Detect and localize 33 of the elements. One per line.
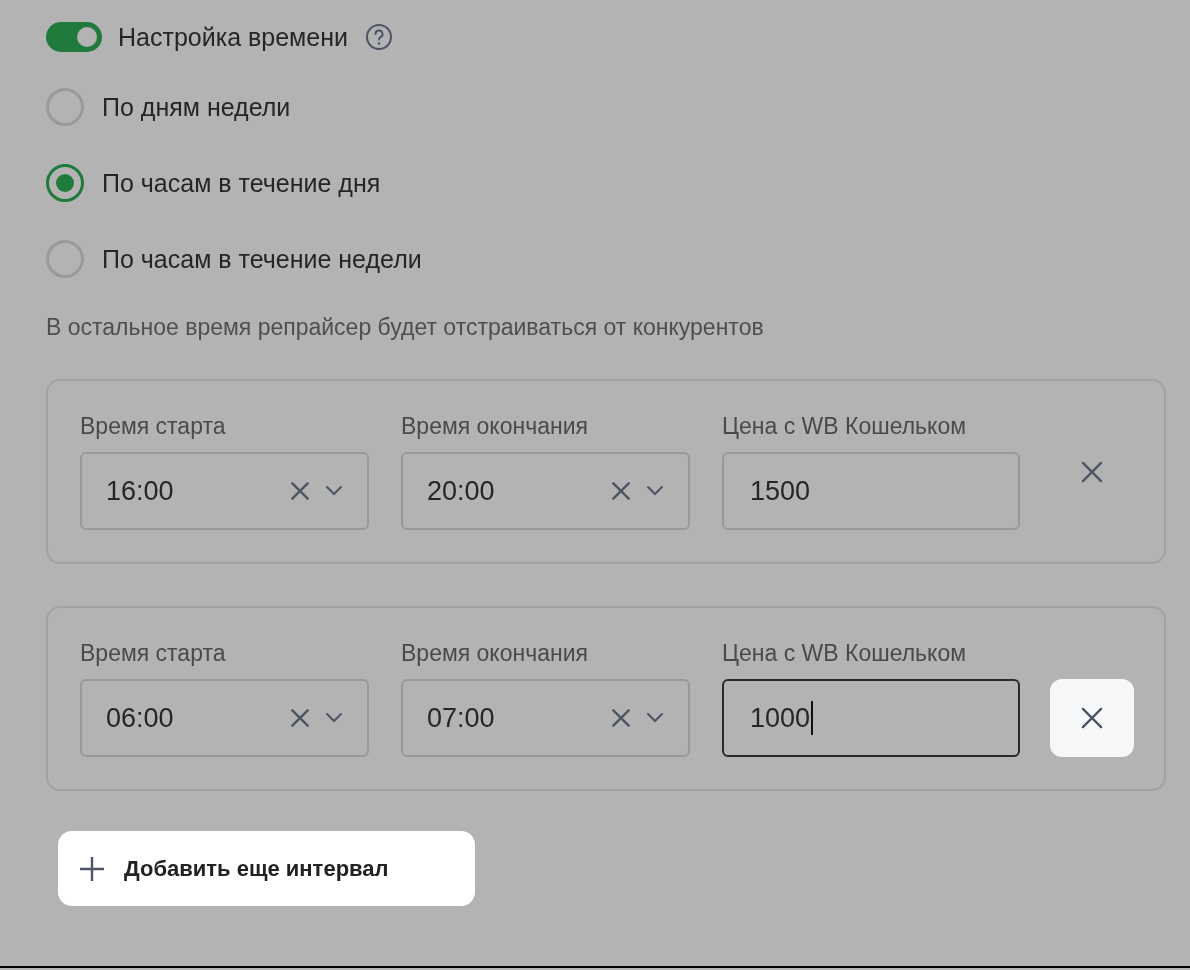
add-interval-button[interactable]: Добавить еще интервал [58, 831, 475, 906]
close-icon[interactable] [1079, 705, 1105, 731]
field-label: Время старта [80, 640, 227, 667]
plus-icon [78, 854, 106, 883]
time-select[interactable]: 20:00 [401, 452, 690, 530]
time-select[interactable]: 06:00 [80, 679, 369, 757]
clear-icon[interactable] [610, 480, 632, 502]
toggle-switch[interactable] [46, 22, 102, 52]
radio-label: По дням недели [102, 92, 291, 122]
radio-button[interactable] [46, 240, 84, 278]
chevron-down-icon[interactable] [646, 485, 664, 497]
section-title: Настройка времени [118, 22, 348, 52]
price-field[interactable]: 1500 [722, 452, 1020, 530]
time-select[interactable]: 16:00 [80, 452, 369, 530]
radio-label: По часам в течение дня [102, 168, 381, 198]
field-label: Время окончания [401, 413, 589, 440]
field-label: Время окончания [401, 640, 589, 667]
chevron-down-icon[interactable] [325, 712, 343, 724]
chevron-down-icon[interactable] [325, 485, 343, 497]
hint-text: В остальное время репрайсер будет отстраиваться от конкурентов [46, 314, 765, 341]
clear-icon[interactable] [289, 707, 311, 729]
clear-icon[interactable] [289, 480, 311, 502]
help-icon[interactable] [363, 22, 394, 52]
chevron-down-icon[interactable] [646, 712, 664, 724]
time-select[interactable]: 07:00 [401, 679, 690, 757]
radio-label: По часам в течение недели [102, 244, 422, 274]
field-label: Цена с WB Кошельком [722, 413, 967, 440]
radio-button[interactable] [46, 88, 84, 126]
clear-icon[interactable] [610, 707, 632, 729]
price-field[interactable]: 1000 [722, 679, 1020, 757]
field-label: Цена с WB Кошельком [722, 640, 967, 667]
radio-button[interactable] [46, 164, 84, 202]
field-label: Время старта [80, 413, 227, 440]
